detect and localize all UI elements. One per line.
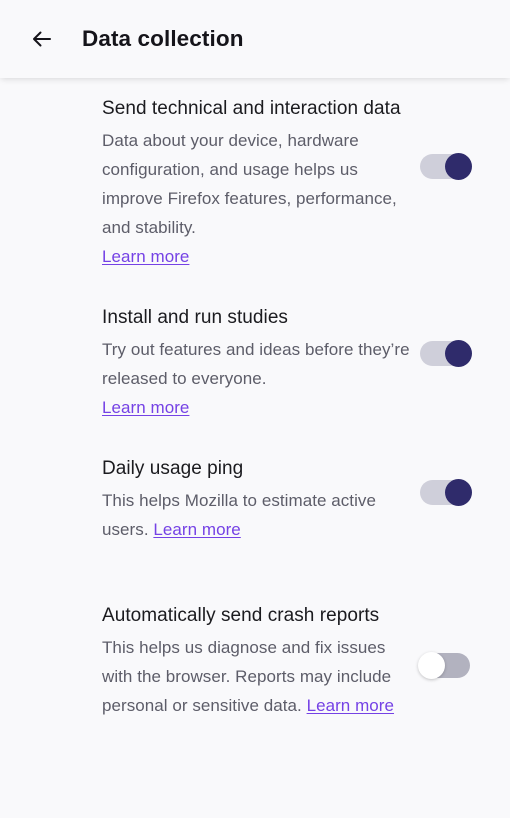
preference-text-block: Send technical and interaction data Data… xyxy=(102,92,414,271)
toggle-daily-usage-ping[interactable] xyxy=(420,479,472,506)
preference-description-text: Try out features and ideas before they’r… xyxy=(102,340,410,388)
preference-text-block: Daily usage ping This helps Mozilla to e… xyxy=(102,452,414,544)
preference-item-daily-usage-ping: Daily usage ping This helps Mozilla to e… xyxy=(0,452,510,544)
preference-description: This helps us diagnose and fix issues wi… xyxy=(102,633,414,720)
toggle-technical-data[interactable] xyxy=(420,153,472,180)
page-title: Data collection xyxy=(82,26,244,51)
toggle-thumb xyxy=(445,479,472,506)
preference-title: Install and run studies xyxy=(102,307,288,328)
preference-text-block: Install and run studies Try out features… xyxy=(102,301,414,422)
toggle-studies[interactable] xyxy=(420,340,472,367)
learn-more-link[interactable]: Learn more xyxy=(307,696,394,715)
preference-title: Automatically send crash reports xyxy=(102,605,380,626)
app-header: Data collection xyxy=(0,0,510,78)
preferences-list: Send technical and interaction data Data… xyxy=(0,78,510,818)
learn-more-link[interactable]: Learn more xyxy=(153,520,240,539)
toggle-container xyxy=(414,649,476,679)
preference-item-studies: Install and run studies Try out features… xyxy=(0,301,510,422)
preference-description: Data about your device, hardware configu… xyxy=(102,126,414,271)
toggle-container xyxy=(414,337,476,367)
toggle-container xyxy=(414,150,476,180)
preference-title: Send technical and interaction data xyxy=(102,98,401,119)
learn-more-link[interactable]: Learn more xyxy=(102,393,414,422)
toggle-container xyxy=(414,476,476,506)
preference-item-technical-data: Send technical and interaction data Data… xyxy=(0,92,510,271)
toggle-thumb xyxy=(445,153,472,180)
learn-more-link[interactable]: Learn more xyxy=(102,242,414,271)
preference-description-text: Data about your device, hardware configu… xyxy=(102,131,397,237)
preference-description: This helps Mozilla to estimate active us… xyxy=(102,486,414,544)
preference-item-crash-reports: Automatically send crash reports This he… xyxy=(0,599,510,720)
toggle-thumb xyxy=(445,340,472,367)
back-button[interactable] xyxy=(22,19,62,59)
arrow-left-icon xyxy=(29,26,55,52)
toggle-crash-reports[interactable] xyxy=(418,652,470,679)
preference-description: Try out features and ideas before they’r… xyxy=(102,335,414,422)
preference-title: Daily usage ping xyxy=(102,458,244,479)
preference-text-block: Automatically send crash reports This he… xyxy=(102,599,414,720)
toggle-thumb xyxy=(418,652,445,679)
